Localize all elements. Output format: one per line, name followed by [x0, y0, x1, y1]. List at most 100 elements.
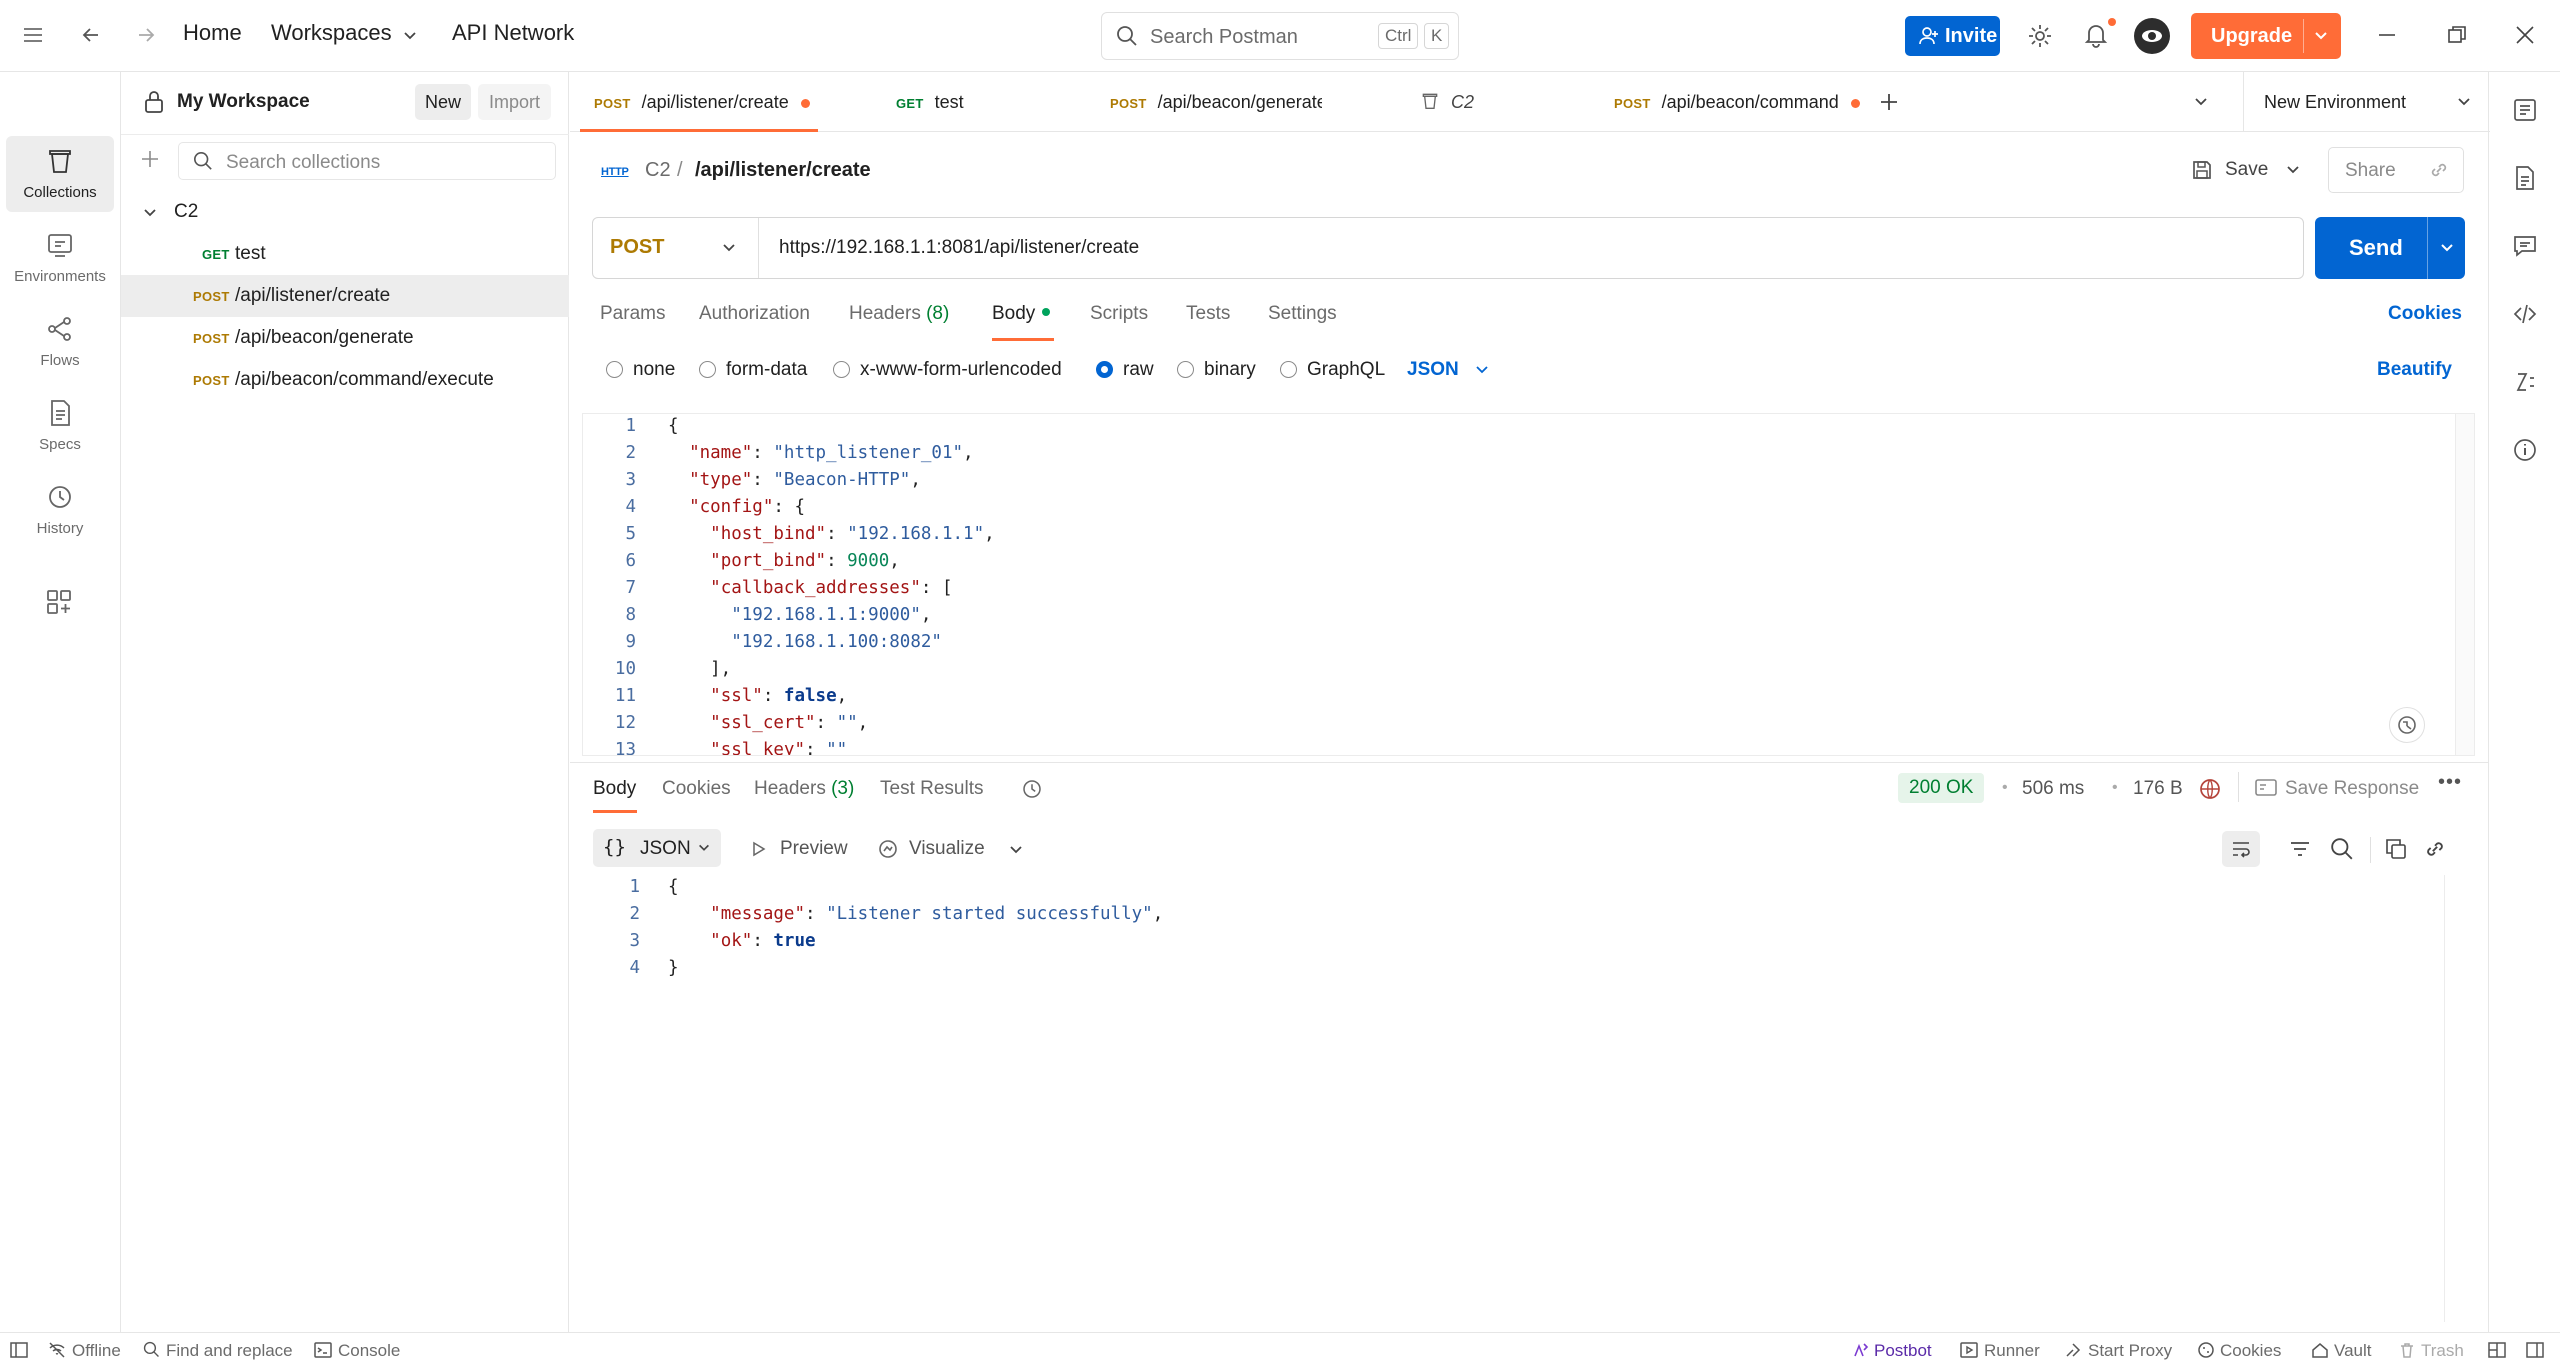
workspace-name[interactable]: My Workspace — [177, 91, 310, 113]
response-scrollbar[interactable] — [2444, 875, 2464, 1322]
search-icon[interactable] — [2330, 837, 2354, 861]
tree-item[interactable]: POST /api/beacon/command/execute — [121, 359, 569, 401]
rail-history[interactable]: History — [6, 472, 114, 548]
rail-environments[interactable]: Environments — [6, 220, 114, 296]
radio-none[interactable]: none — [606, 358, 675, 382]
chevron-down-icon[interactable] — [721, 240, 737, 256]
preview-button[interactable]: Preview — [780, 838, 848, 860]
workspaces-menu[interactable]: Workspaces — [271, 20, 392, 46]
send-button[interactable]: Send — [2315, 217, 2465, 279]
rail-specs[interactable]: Specs — [6, 388, 114, 464]
add-tab-icon[interactable] — [1878, 91, 1900, 113]
notification-bell-icon[interactable] — [2083, 22, 2109, 48]
tab-headers[interactable]: Headers (8) — [849, 303, 949, 325]
chevron-down-icon[interactable] — [2456, 94, 2472, 110]
toggle-sidebar-icon[interactable] — [10, 1341, 28, 1359]
search-collections-input[interactable]: Search collections — [178, 142, 556, 180]
restore-icon[interactable] — [2446, 24, 2468, 46]
runner-button[interactable]: Runner — [1984, 1341, 2040, 1361]
chevron-down-icon[interactable] — [2439, 240, 2455, 256]
add-collection-icon[interactable] — [139, 148, 161, 170]
related-collections-icon[interactable] — [2511, 368, 2539, 396]
chevron-down-icon[interactable] — [402, 28, 418, 44]
tab-test[interactable]: GET test — [826, 72, 1026, 132]
chevron-down-icon[interactable] — [2285, 162, 2301, 178]
share-button[interactable]: Share — [2328, 147, 2464, 193]
home-link[interactable]: Home — [183, 20, 242, 46]
invite-button[interactable]: Invite — [1905, 16, 2000, 56]
api-network-link[interactable]: API Network — [452, 20, 574, 46]
menu-icon[interactable] — [22, 24, 44, 46]
cookies-button[interactable]: Cookies — [2220, 1341, 2281, 1361]
settings-gear-icon[interactable] — [2027, 23, 2053, 49]
chevron-down-icon[interactable] — [1474, 362, 1490, 378]
postbot-button[interactable]: Postbot — [1874, 1341, 1932, 1361]
code-icon[interactable] — [2511, 300, 2539, 328]
offline-status[interactable]: Offline — [72, 1341, 121, 1361]
breadcrumb-collection[interactable]: C2 — [645, 152, 671, 188]
response-size[interactable]: 176 B — [2133, 778, 2183, 800]
language-selector[interactable]: JSON — [1407, 358, 1459, 382]
avatar[interactable] — [2133, 17, 2171, 55]
tab-tests[interactable]: Tests — [1186, 303, 1230, 325]
method-selector[interactable]: POST — [593, 218, 759, 278]
request-body-editor[interactable]: 1 {2 "name": "http_listener_01", 3 "type":… — [582, 413, 2475, 756]
chevron-down-icon[interactable] — [697, 841, 711, 855]
tab-authorization[interactable]: Authorization — [699, 303, 810, 325]
schema-icon[interactable] — [2389, 707, 2425, 743]
tab-settings[interactable]: Settings — [1268, 303, 1337, 325]
beautify-button[interactable]: Beautify — [2377, 358, 2452, 382]
filter-icon[interactable] — [2288, 837, 2312, 861]
response-time[interactable]: 506 ms — [2022, 778, 2084, 800]
back-arrow-icon[interactable] — [80, 24, 102, 46]
chevron-down-icon[interactable] — [1008, 842, 1024, 858]
collection-c2[interactable]: C2 — [121, 191, 569, 233]
visualize-button[interactable]: Visualize — [909, 838, 985, 860]
response-body-viewer[interactable]: 1 {2 "message": "Listener started success… — [584, 875, 2464, 1325]
save-response-button[interactable]: Save Response — [2285, 778, 2419, 800]
workbench-icon[interactable] — [2511, 96, 2539, 124]
upgrade-button[interactable]: Upgrade — [2191, 13, 2341, 59]
response-tab-test-results[interactable]: Test Results — [880, 778, 983, 800]
forward-arrow-icon[interactable] — [135, 24, 157, 46]
chevron-down-icon[interactable] — [2193, 94, 2209, 110]
add-apps-icon[interactable] — [45, 588, 73, 616]
more-options-icon[interactable]: ••• — [2438, 771, 2462, 794]
new-button[interactable]: New — [415, 84, 471, 120]
chevron-down-icon[interactable] — [2313, 28, 2329, 44]
tab-beacon-command[interactable]: POST /api/beacon/command — [1600, 72, 1860, 132]
rail-flows[interactable]: Flows — [6, 304, 114, 380]
radio-graphql[interactable]: GraphQL — [1280, 358, 1385, 382]
url-input[interactable]: https://192.168.1.1:8081/api/listener/cr… — [779, 237, 1139, 259]
radio-raw[interactable]: raw — [1096, 358, 1154, 382]
start-proxy-button[interactable]: Start Proxy — [2088, 1341, 2172, 1361]
radio-binary[interactable]: binary — [1177, 358, 1256, 382]
layout-icon[interactable] — [2488, 1341, 2506, 1359]
radio-form-data[interactable]: form-data — [699, 358, 807, 382]
status-badge[interactable]: 200 OK — [1898, 773, 1985, 803]
environment-selector[interactable]: New Environment — [2243, 72, 2490, 132]
link-icon[interactable] — [2423, 837, 2447, 861]
tree-item[interactable]: POST /api/beacon/generate — [121, 317, 569, 359]
breadcrumb-request-name[interactable]: /api/listener/create — [695, 152, 871, 188]
tab-params[interactable]: Params — [600, 303, 665, 325]
network-globe-icon[interactable] — [2198, 777, 2222, 801]
response-tab-body[interactable]: Body — [593, 778, 636, 800]
tab-c2[interactable]: C2 — [1338, 72, 1538, 132]
rail-collections[interactable]: Collections — [6, 136, 114, 212]
tab-beacon-generate[interactable]: POST /api/beacon/generate — [1082, 72, 1322, 132]
tab-body[interactable]: Body — [992, 303, 1051, 325]
radio-urlencoded[interactable]: x-www-form-urlencoded — [833, 358, 1062, 382]
import-button[interactable]: Import — [478, 84, 551, 120]
wrap-lines-icon[interactable] — [2222, 831, 2260, 867]
info-icon[interactable] — [2511, 436, 2539, 464]
tab-listener-create[interactable]: POST /api/listener/create — [580, 72, 818, 132]
console-button[interactable]: Console — [338, 1341, 400, 1361]
response-format-selector[interactable]: {} JSON — [593, 829, 721, 867]
history-icon[interactable] — [1020, 777, 1044, 801]
trash-button[interactable]: Trash — [2421, 1341, 2464, 1361]
copy-icon[interactable] — [2384, 837, 2408, 861]
find-replace-button[interactable]: Find and replace — [166, 1341, 293, 1361]
editor-scrollbar[interactable] — [2455, 414, 2474, 755]
documentation-icon[interactable] — [2511, 164, 2539, 192]
